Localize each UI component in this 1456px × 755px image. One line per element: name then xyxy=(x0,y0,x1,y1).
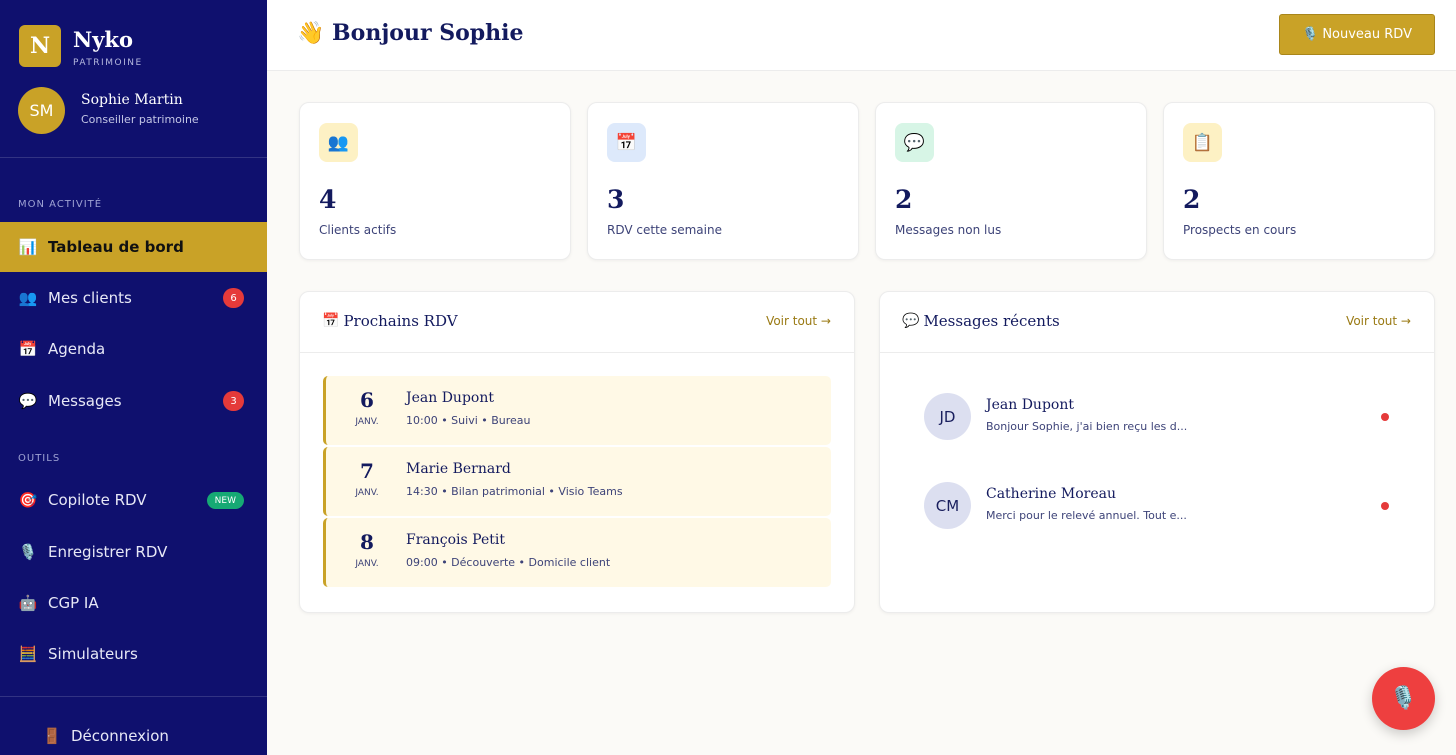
stat-card-clients[interactable]: 👥 4 Clients actifs xyxy=(299,102,571,260)
abacus-icon: 🧮 xyxy=(18,645,38,663)
sidebar-divider xyxy=(0,157,267,158)
rdv-detail: 10:00 • Suivi • Bureau xyxy=(406,414,531,427)
sidebar-item-label: Mes clients xyxy=(48,289,132,307)
see-all-rdv-link[interactable]: Voir tout → xyxy=(766,314,831,328)
rdv-item[interactable]: 8 JANV. François Petit 09:00 • Découvert… xyxy=(323,518,831,587)
sidebar-divider xyxy=(0,696,267,697)
clients-count-badge: 6 xyxy=(223,288,244,308)
sidebar-item-label: Tableau de bord xyxy=(48,238,184,256)
section-label-activity: MON ACTIVITÉ xyxy=(18,199,103,210)
rdv-item[interactable]: 6 JANV. Jean Dupont 10:00 • Suivi • Bure… xyxy=(323,376,831,445)
stat-card-prospects[interactable]: 📋 2 Prospects en cours xyxy=(1163,102,1435,260)
sidebar-item-agenda[interactable]: 📅 Agenda xyxy=(0,324,267,374)
brand-logo[interactable]: N xyxy=(19,25,61,67)
rdv-month: JANV. xyxy=(355,417,379,427)
user-name: Sophie Martin xyxy=(81,92,183,108)
panel-divider xyxy=(880,352,1434,353)
rdv-detail: 14:30 • Bilan patrimonial • Visio Teams xyxy=(406,485,623,498)
sidebar-item-cgp-ia[interactable]: 🤖 CGP IA xyxy=(0,578,267,628)
message-item[interactable]: JD Jean Dupont Bonjour Sophie, j'ai bien… xyxy=(880,393,1412,463)
users-icon: 👥 xyxy=(18,289,38,307)
stat-label: Clients actifs xyxy=(319,223,397,237)
sidebar-item-simulators[interactable]: 🧮 Simulateurs xyxy=(0,629,267,679)
speech-bubble-icon: 💬 xyxy=(895,123,934,162)
speech-bubble-icon: 💬 xyxy=(18,392,38,410)
sidebar-item-label: Messages xyxy=(48,392,122,410)
stat-label: Prospects en cours xyxy=(1183,223,1297,237)
sidebar-item-label: Enregistrer RDV xyxy=(48,543,168,561)
upcoming-rdv-panel: 📅 Prochains RDV Voir tout → 6 JANV. Jean… xyxy=(299,291,855,613)
stat-value: 2 xyxy=(895,185,913,214)
message-item[interactable]: CM Catherine Moreau Merci pour le relevé… xyxy=(880,482,1412,552)
rdv-day: 6 xyxy=(360,388,374,412)
microphone-icon: 🎙️ xyxy=(1389,686,1418,711)
sidebar-item-label: CGP IA xyxy=(48,594,99,612)
brand-name: Nyko xyxy=(73,27,133,52)
logout-label: Déconnexion xyxy=(71,727,169,745)
panel-title-text: Messages récents xyxy=(923,312,1060,330)
unread-dot xyxy=(1381,413,1389,421)
message-sender: Catherine Moreau xyxy=(986,486,1117,502)
stat-value: 3 xyxy=(607,185,625,214)
calendar-icon: 📅 xyxy=(322,313,340,329)
robot-icon: 🤖 xyxy=(18,594,38,612)
stat-label: RDV cette semaine xyxy=(607,223,722,237)
panel-divider xyxy=(300,352,854,353)
rdv-client-name: Marie Bernard xyxy=(406,461,511,477)
sidebar-item-dashboard[interactable]: 📊 Tableau de bord xyxy=(0,222,267,272)
clipboard-icon: 📋 xyxy=(1183,123,1222,162)
message-preview: Merci pour le relevé annuel. Tout e... xyxy=(986,509,1187,522)
target-icon: 🎯 xyxy=(18,491,38,509)
rdv-month: JANV. xyxy=(355,559,379,569)
panel-title-text: Prochains RDV xyxy=(343,312,458,330)
rdv-client-name: François Petit xyxy=(406,532,505,548)
messages-count-badge: 3 xyxy=(223,391,244,411)
avatar: CM xyxy=(924,482,971,529)
rdv-item[interactable]: 7 JANV. Marie Bernard 14:30 • Bilan patr… xyxy=(323,447,831,516)
sidebar: N Nyko PATRIMOINE SM Sophie Martin Conse… xyxy=(0,0,267,755)
stat-value: 2 xyxy=(1183,185,1201,214)
microphone-icon: 🎙️ xyxy=(18,543,38,561)
stat-value: 4 xyxy=(319,185,337,214)
sidebar-item-label: Simulateurs xyxy=(48,645,138,663)
rdv-day: 8 xyxy=(360,530,374,554)
user-role: Conseiller patrimoine xyxy=(81,113,199,126)
see-all-messages-link[interactable]: Voir tout → xyxy=(1346,314,1411,328)
rdv-client-name: Jean Dupont xyxy=(406,390,494,406)
avatar: JD xyxy=(924,393,971,440)
sidebar-item-messages[interactable]: 💬 Messages 3 xyxy=(0,376,267,426)
users-icon: 👥 xyxy=(319,123,358,162)
message-preview: Bonjour Sophie, j'ai bien reçu les d... xyxy=(986,420,1188,433)
stat-card-rdv[interactable]: 📅 3 RDV cette semaine xyxy=(587,102,859,260)
top-header: 👋 Bonjour Sophie 🎙️ Nouveau RDV xyxy=(267,0,1456,71)
stat-card-messages[interactable]: 💬 2 Messages non lus xyxy=(875,102,1147,260)
calendar-icon: 📅 xyxy=(607,123,646,162)
stat-label: Messages non lus xyxy=(895,223,1002,237)
record-fab-button[interactable]: 🎙️ xyxy=(1372,667,1435,730)
logout-button[interactable]: 🚪 Déconnexion xyxy=(42,727,169,745)
sidebar-item-label: Copilote RDV xyxy=(48,491,147,509)
brand-subtitle: PATRIMOINE xyxy=(73,58,143,68)
panel-title: 📅 Prochains RDV xyxy=(322,312,458,330)
rdv-detail: 09:00 • Découverte • Domicile client xyxy=(406,556,611,569)
chart-icon: 📊 xyxy=(18,238,38,256)
recent-messages-panel: 💬 Messages récents Voir tout → JD Jean D… xyxy=(879,291,1435,613)
sidebar-item-copilote-rdv[interactable]: 🎯 Copilote RDV NEW xyxy=(0,475,267,525)
user-avatar[interactable]: SM xyxy=(18,87,65,134)
sidebar-item-label: Agenda xyxy=(48,340,106,358)
message-sender: Jean Dupont xyxy=(986,397,1074,413)
unread-dot xyxy=(1381,502,1389,510)
rdv-day: 7 xyxy=(360,459,374,483)
sidebar-item-record-rdv[interactable]: 🎙️ Enregistrer RDV xyxy=(0,527,267,577)
new-rdv-button[interactable]: 🎙️ Nouveau RDV xyxy=(1279,14,1435,55)
rdv-month: JANV. xyxy=(355,488,379,498)
speech-bubble-icon: 💬 xyxy=(902,313,920,329)
page-title: 👋 Bonjour Sophie xyxy=(297,20,524,46)
panel-title: 💬 Messages récents xyxy=(902,312,1060,330)
new-badge: NEW xyxy=(206,492,244,509)
sidebar-item-clients[interactable]: 👥 Mes clients 6 xyxy=(0,273,267,323)
section-label-tools: OUTILS xyxy=(18,453,61,464)
calendar-icon: 📅 xyxy=(18,340,38,358)
door-icon: 🚪 xyxy=(42,727,62,745)
